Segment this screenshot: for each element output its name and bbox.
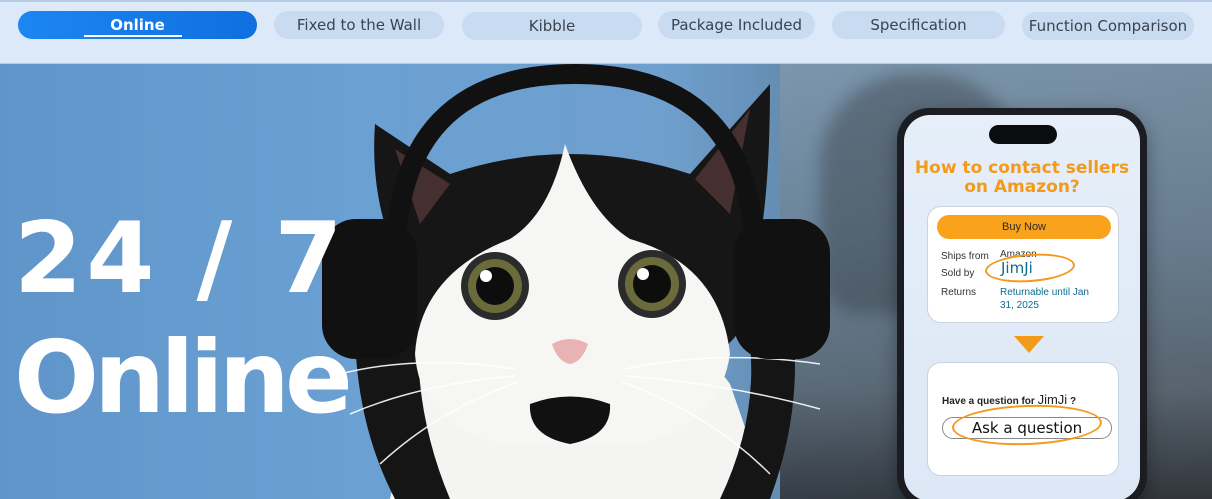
tab-specification[interactable]: Specification bbox=[832, 11, 1005, 39]
tab-fixed-to-the-wall-label: Fixed to the Wall bbox=[296, 16, 422, 34]
active-tab-underline bbox=[84, 35, 182, 37]
buy-now-button[interactable]: Buy Now bbox=[937, 215, 1111, 239]
phone-screen: How to contact sellers on Amazon? Buy No… bbox=[904, 115, 1140, 499]
product-buy-card: Buy Now Ships from Amazon Sold by JimJi … bbox=[927, 206, 1119, 323]
ships-from-label: Ships from bbox=[941, 251, 989, 262]
headline-24-7: 24 / 7 bbox=[14, 202, 347, 316]
tab-function-comparison[interactable]: Function Comparison bbox=[1022, 12, 1194, 40]
returns-value: Returnable until Jan 31, 2025 bbox=[1000, 287, 1089, 311]
tab-package-included-label: Package Included bbox=[670, 16, 803, 34]
tab-specification-label: Specification bbox=[870, 16, 967, 34]
cat-illustration bbox=[322, 64, 830, 499]
tab-bar: Online Fixed to the Wall Kibble Package … bbox=[0, 0, 1212, 64]
sold-by-label: Sold by bbox=[941, 268, 975, 279]
tab-online-label: Online bbox=[110, 16, 165, 34]
cat-with-headphones-image bbox=[300, 64, 860, 499]
phone-notch bbox=[989, 125, 1057, 144]
returns-label: Returns bbox=[941, 287, 977, 298]
tab-package-included[interactable]: Package Included bbox=[658, 11, 815, 39]
headline-online: Online bbox=[14, 319, 353, 436]
arrow-down-icon bbox=[1014, 336, 1044, 353]
tab-kibble[interactable]: Kibble bbox=[462, 12, 642, 40]
ask-question-card: Have a question for JimJi ? Ask a questi… bbox=[927, 362, 1119, 476]
question-suffix: ? bbox=[1069, 396, 1077, 407]
ask-highlight-circle bbox=[951, 402, 1103, 448]
tab-fixed-to-the-wall[interactable]: Fixed to the Wall bbox=[274, 11, 444, 39]
tab-function-comparison-label: Function Comparison bbox=[1028, 17, 1188, 35]
phone-title: How to contact sellers on Amazon? bbox=[914, 158, 1130, 197]
hero-banner: 24 / 7 Online How to contact sellers on … bbox=[0, 64, 1212, 499]
tab-online[interactable]: Online bbox=[18, 11, 257, 39]
tab-kibble-label: Kibble bbox=[528, 17, 576, 35]
phone-mockup: How to contact sellers on Amazon? Buy No… bbox=[897, 108, 1147, 499]
seller-highlight-circle bbox=[984, 250, 1076, 286]
